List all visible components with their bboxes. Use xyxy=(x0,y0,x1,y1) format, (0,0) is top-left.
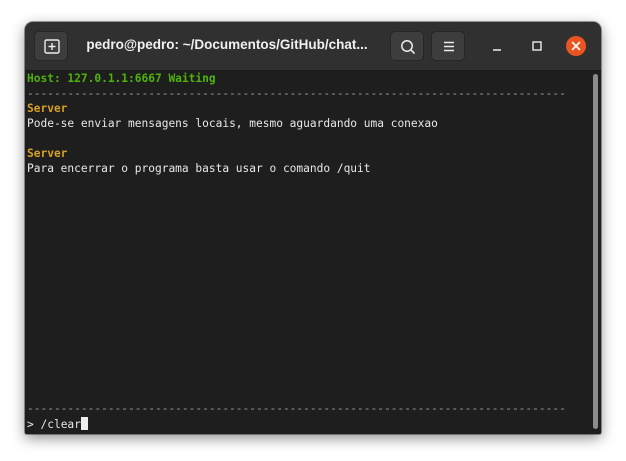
new-tab-icon xyxy=(44,39,60,54)
input-separator: ----------------------------------------… xyxy=(27,402,566,415)
scrollbar[interactable] xyxy=(593,74,598,429)
maximize-button[interactable] xyxy=(526,35,548,57)
search-icon xyxy=(401,40,415,54)
command-input-line[interactable]: > /clear xyxy=(27,417,88,432)
header-separator: ----------------------------------------… xyxy=(27,87,566,100)
close-button[interactable] xyxy=(565,35,587,57)
titlebar: pedro@pedro: ~/Documentos/GitHub/chat... xyxy=(25,22,601,71)
command-input[interactable]: /clear xyxy=(40,418,80,431)
terminal-output[interactable]: Host: 127.0.1.1:6667 Waiting -----------… xyxy=(25,71,601,434)
message-text: Para encerrar o programa basta usar o co… xyxy=(27,162,371,175)
menu-button[interactable] xyxy=(431,31,465,61)
hamburger-menu-icon xyxy=(444,41,454,52)
search-button[interactable] xyxy=(390,31,424,61)
minimize-button[interactable] xyxy=(486,35,508,57)
text-cursor xyxy=(80,417,88,430)
new-tab-button[interactable] xyxy=(34,31,68,61)
terminal-window: pedro@pedro: ~/Documentos/GitHub/chat... xyxy=(25,22,601,434)
host-status-line: Host: 127.0.1.1:6667 Waiting xyxy=(27,72,216,85)
message-sender: Server xyxy=(27,102,68,115)
minimize-icon xyxy=(493,49,501,51)
message-text: Pode-se enviar mensagens locais, mesmo a… xyxy=(27,117,438,130)
message-sender: Server xyxy=(27,147,68,160)
prompt-symbol: > xyxy=(27,418,41,431)
maximize-icon xyxy=(532,41,542,51)
close-icon xyxy=(566,36,586,56)
window-title: pedro@pedro: ~/Documentos/GitHub/chat... xyxy=(86,37,368,52)
